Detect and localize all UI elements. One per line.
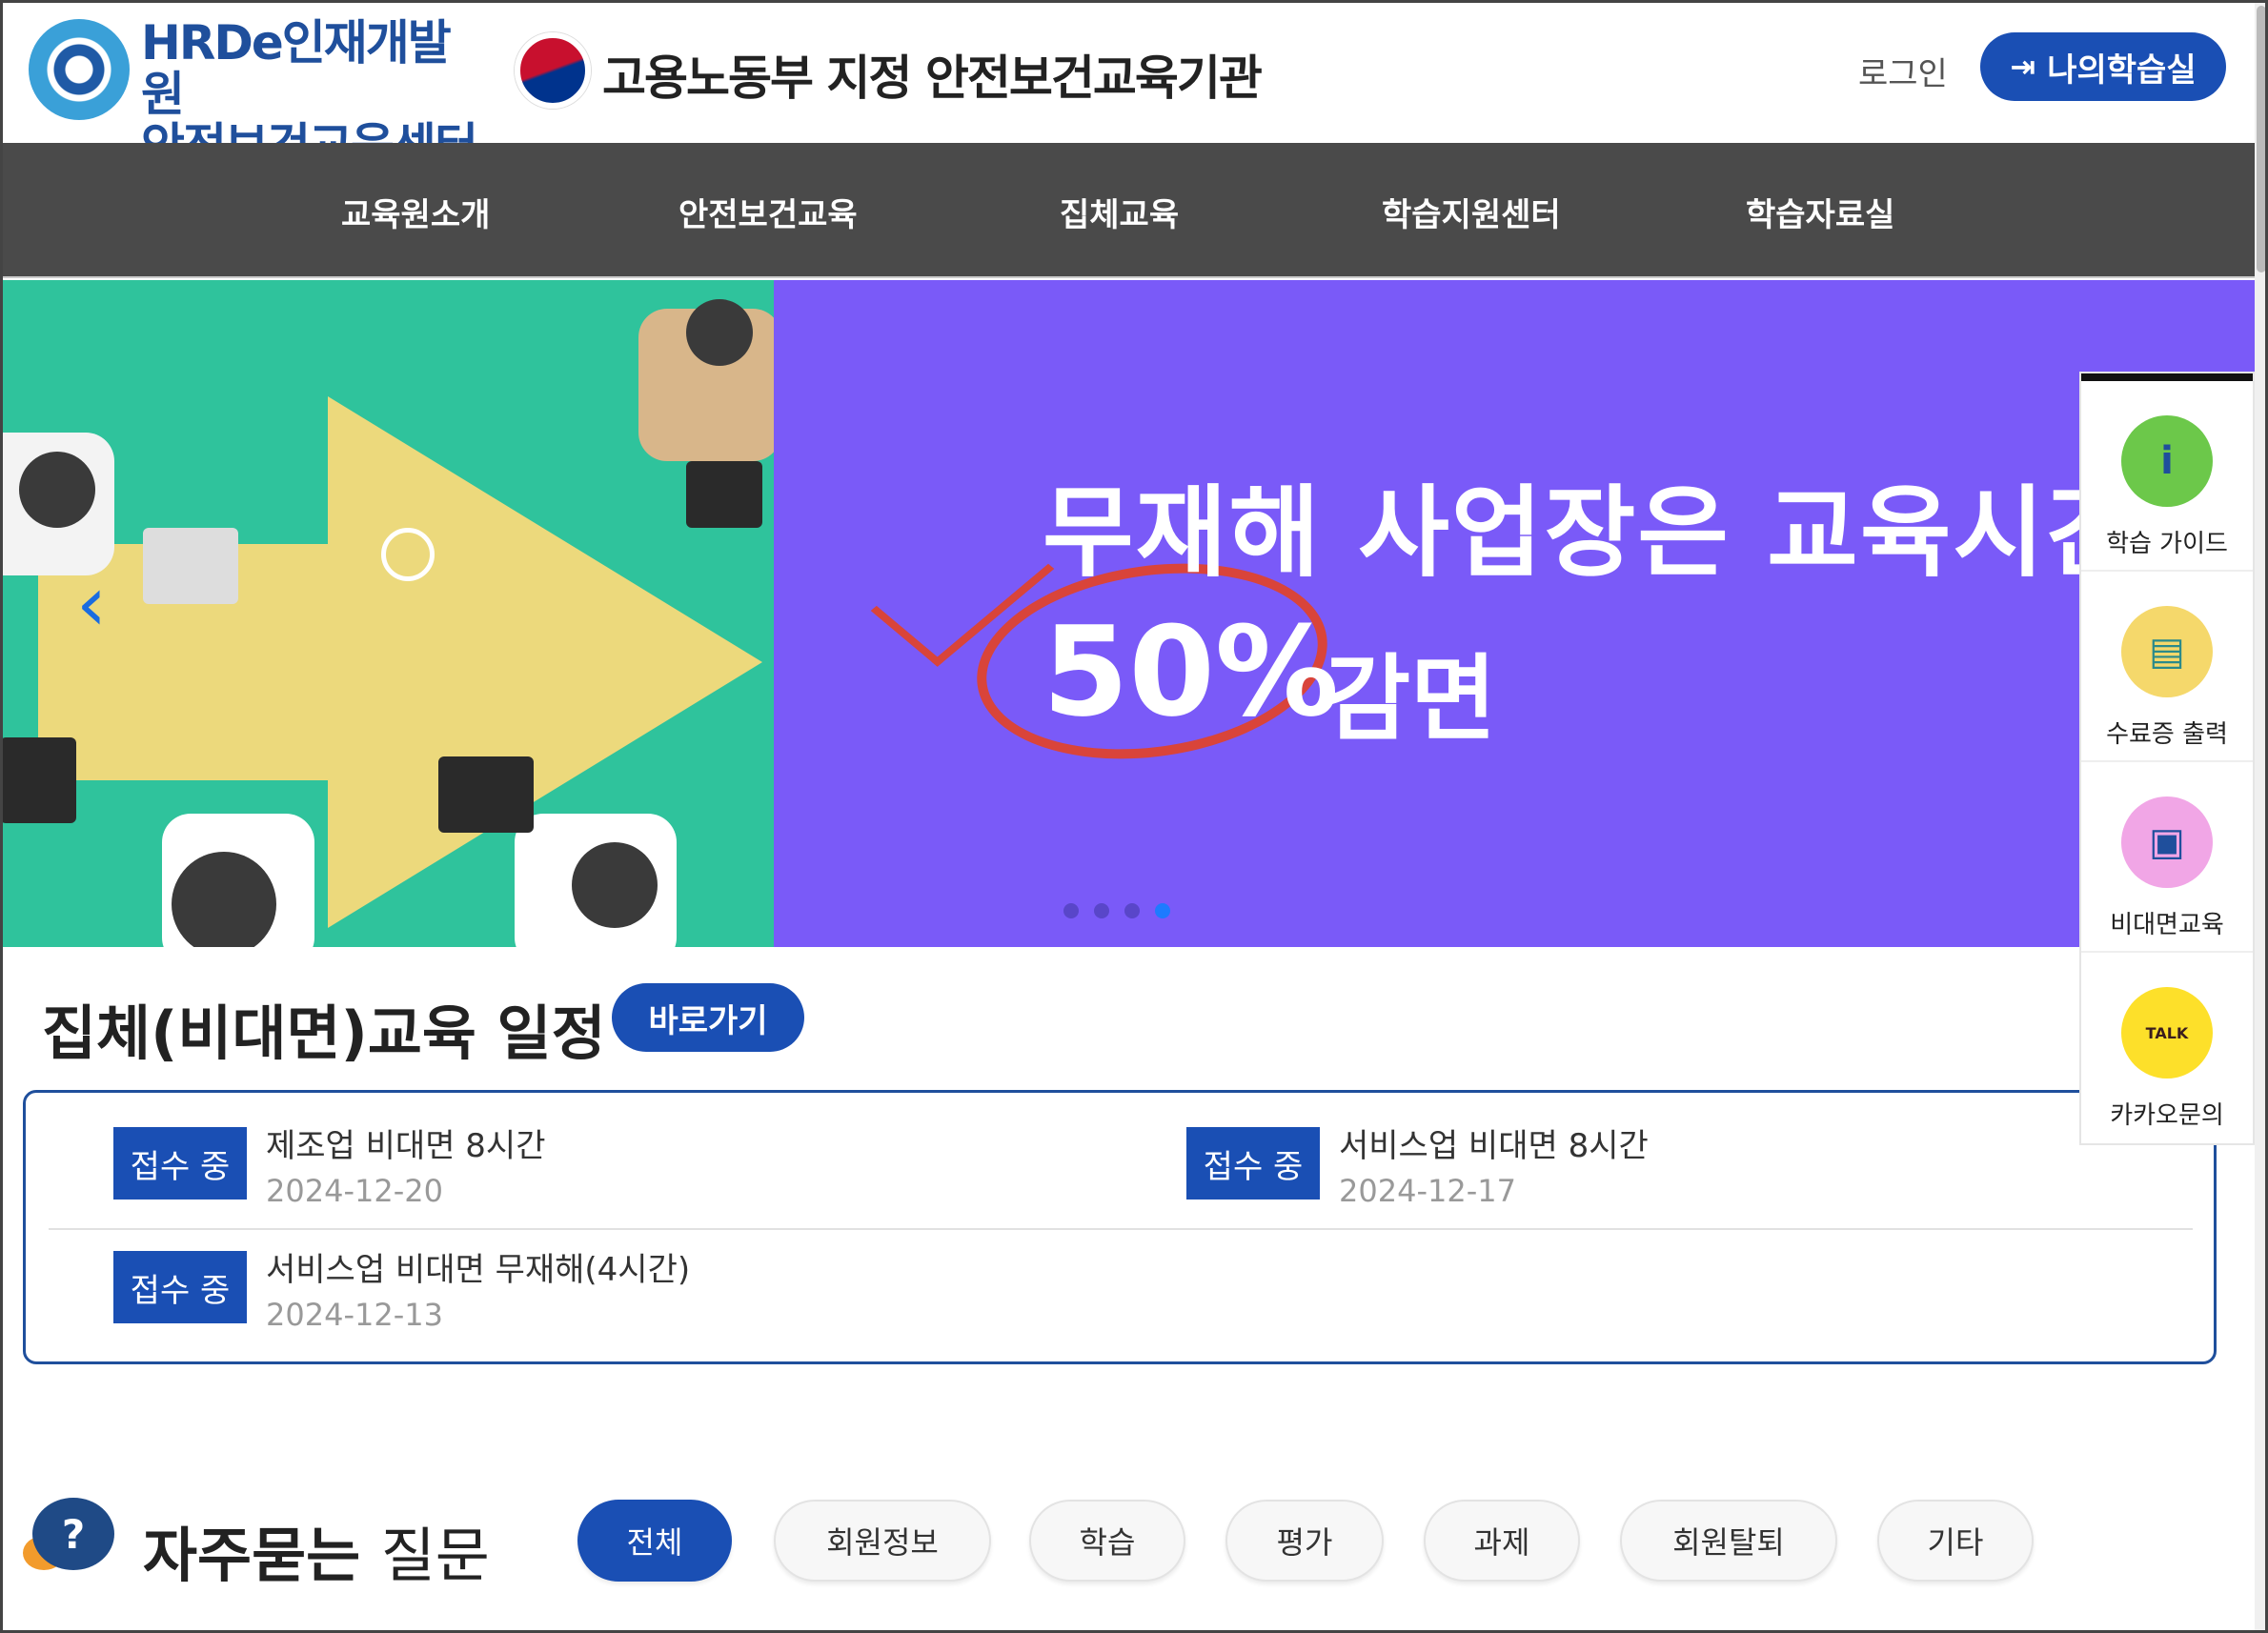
my-classroom-label: 나의학습실	[2047, 50, 2197, 90]
status-badge: 접수 중	[113, 1251, 247, 1323]
faq-tab-evaluation[interactable]: 평가	[1225, 1500, 1384, 1582]
faq-tab-assignment[interactable]: 과제	[1424, 1500, 1580, 1582]
tablet-illustration	[686, 461, 762, 528]
schedule-item[interactable]: 접수 중 서비스업 비대면 무재해(4시간) 2024-12-13	[113, 1217, 971, 1333]
schedule-go-button[interactable]: 바로가기	[612, 983, 804, 1052]
schedule-list: 접수 중 제조업 비대면 8시간 2024-12-20 접수 중 서비스업 비대…	[23, 1090, 2217, 1364]
taegeuk-emblem-icon	[515, 32, 591, 109]
laptop-illustration	[143, 528, 238, 604]
tablet-illustration	[0, 737, 76, 823]
status-badge: 접수 중	[1186, 1127, 1320, 1200]
schedule-item-date: 2024-12-17	[1339, 1173, 1516, 1209]
banner-headline: 무재해 사업장은 교육시간	[1043, 474, 2139, 591]
quick-certificate-print[interactable]: ▤ 수료증 출력	[2081, 572, 2253, 762]
faq-tab-learning[interactable]: 학습	[1029, 1500, 1185, 1582]
info-book-icon: i	[2121, 415, 2213, 507]
quick-label: 수료증 출력	[2106, 720, 2228, 749]
login-arrow-icon: ⇥	[2010, 49, 2036, 85]
faq-title-bold: 자주묻는	[143, 1521, 361, 1590]
person-head	[572, 842, 658, 928]
quick-label: 카카오문의	[2110, 1101, 2224, 1130]
person-head	[686, 299, 753, 366]
logo-line-1: HRDe인재개발원	[141, 15, 452, 122]
faq-tab-all[interactable]: 전체	[577, 1500, 732, 1582]
nav-item-learning-support[interactable]: 학습지원센터	[1382, 189, 1561, 235]
quick-label: 비대면교육	[2110, 911, 2224, 939]
quick-menu: i 학습 가이드 ▤ 수료증 출력 ▣ 비대면교육 TALK 카카오문의	[2081, 373, 2253, 1143]
quick-online-education[interactable]: ▣ 비대면교육	[2081, 762, 2253, 953]
banner-photo: ‹	[0, 280, 774, 947]
nav-item-about[interactable]: 교육원소개	[341, 189, 490, 235]
schedule-item-date: 2024-12-20	[266, 1173, 443, 1209]
carousel-dot[interactable]	[1094, 903, 1109, 918]
logo-emblem-icon	[29, 19, 130, 120]
carousel-dot[interactable]	[1124, 903, 1140, 918]
site-header: HRDe인재개발원 안전보건교육센터 고용노동부 지정 안전보건교육기관 로그인…	[0, 0, 2268, 171]
laptop-illustration	[438, 756, 534, 833]
video-lecture-icon: ▣	[2121, 796, 2213, 888]
status-badge: 접수 중	[113, 1127, 247, 1200]
carousel-dot[interactable]	[1063, 903, 1079, 918]
faq-question-icon: ?	[23, 1498, 118, 1583]
my-classroom-button[interactable]: ⇥ 나의학습실	[1980, 32, 2226, 101]
page-scrollbar[interactable]	[2255, 0, 2268, 1633]
carousel-dot-active[interactable]	[1155, 903, 1170, 918]
quick-label: 학습 가이드	[2106, 530, 2228, 558]
nav-item-resources[interactable]: 학습자료실	[1746, 189, 1894, 235]
banner-percent: 50%	[1043, 599, 1340, 744]
quick-kakao-inquiry[interactable]: TALK 카카오문의	[2081, 953, 2253, 1143]
banner-reduction: 감면	[1325, 645, 1497, 754]
login-link[interactable]: 로그인	[1858, 48, 1948, 94]
carousel-prev-arrow-icon[interactable]: ‹	[76, 566, 124, 642]
person-head	[172, 852, 276, 947]
faq-tab-withdrawal[interactable]: 회원탈퇴	[1620, 1500, 1837, 1582]
main-nav: 교육원소개 안전보건교육 집체교육 학습지원센터 학습자료실	[0, 143, 2257, 278]
schedule-item[interactable]: 접수 중 제조업 비대면 8시간 2024-12-20	[113, 1093, 971, 1209]
schedule-item-title: 제조업 비대면 8시간	[266, 1127, 546, 1165]
faq-tab-etc[interactable]: 기타	[1877, 1500, 2034, 1582]
gov-designation-label: 고용노동부 지정 안전보건교육기관	[602, 50, 1263, 106]
gear-icon	[381, 528, 435, 581]
speech-bubble-question: ?	[32, 1498, 114, 1570]
hero-carousel[interactable]: ‹ 무재해 사업장은 교육시간 50% 감면	[0, 280, 2257, 947]
quick-learning-guide[interactable]: i 학습 가이드	[2081, 381, 2253, 572]
faq-tab-member-info[interactable]: 회원정보	[774, 1500, 991, 1582]
kakao-talk-icon: TALK	[2121, 987, 2213, 1079]
scrollbar-thumb[interactable]	[2257, 6, 2266, 272]
schedule-item-title: 서비스업 비대면 무재해(4시간)	[266, 1251, 691, 1289]
schedule-title: 집체(비대면)교육 일정	[42, 998, 606, 1068]
schedule-item-date: 2024-12-13	[266, 1297, 443, 1333]
carousel-indicators	[1063, 903, 1170, 918]
certificate-icon: ▤	[2121, 606, 2213, 697]
schedule-item-title: 서비스업 비대면 8시간	[1339, 1127, 1649, 1165]
site-logo[interactable]: HRDe인재개발원 안전보건교육센터	[29, 15, 486, 171]
faq-title-light: 질문	[380, 1521, 490, 1590]
person-head	[19, 452, 95, 528]
schedule-item[interactable]: 접수 중 서비스업 비대면 8시간 2024-12-17	[1186, 1093, 2044, 1209]
nav-item-safety-education[interactable]: 안전보건교육	[678, 189, 858, 235]
faq-title: 자주묻는 질문	[143, 1507, 490, 1593]
nav-item-group-education[interactable]: 집체교육	[1060, 189, 1179, 235]
